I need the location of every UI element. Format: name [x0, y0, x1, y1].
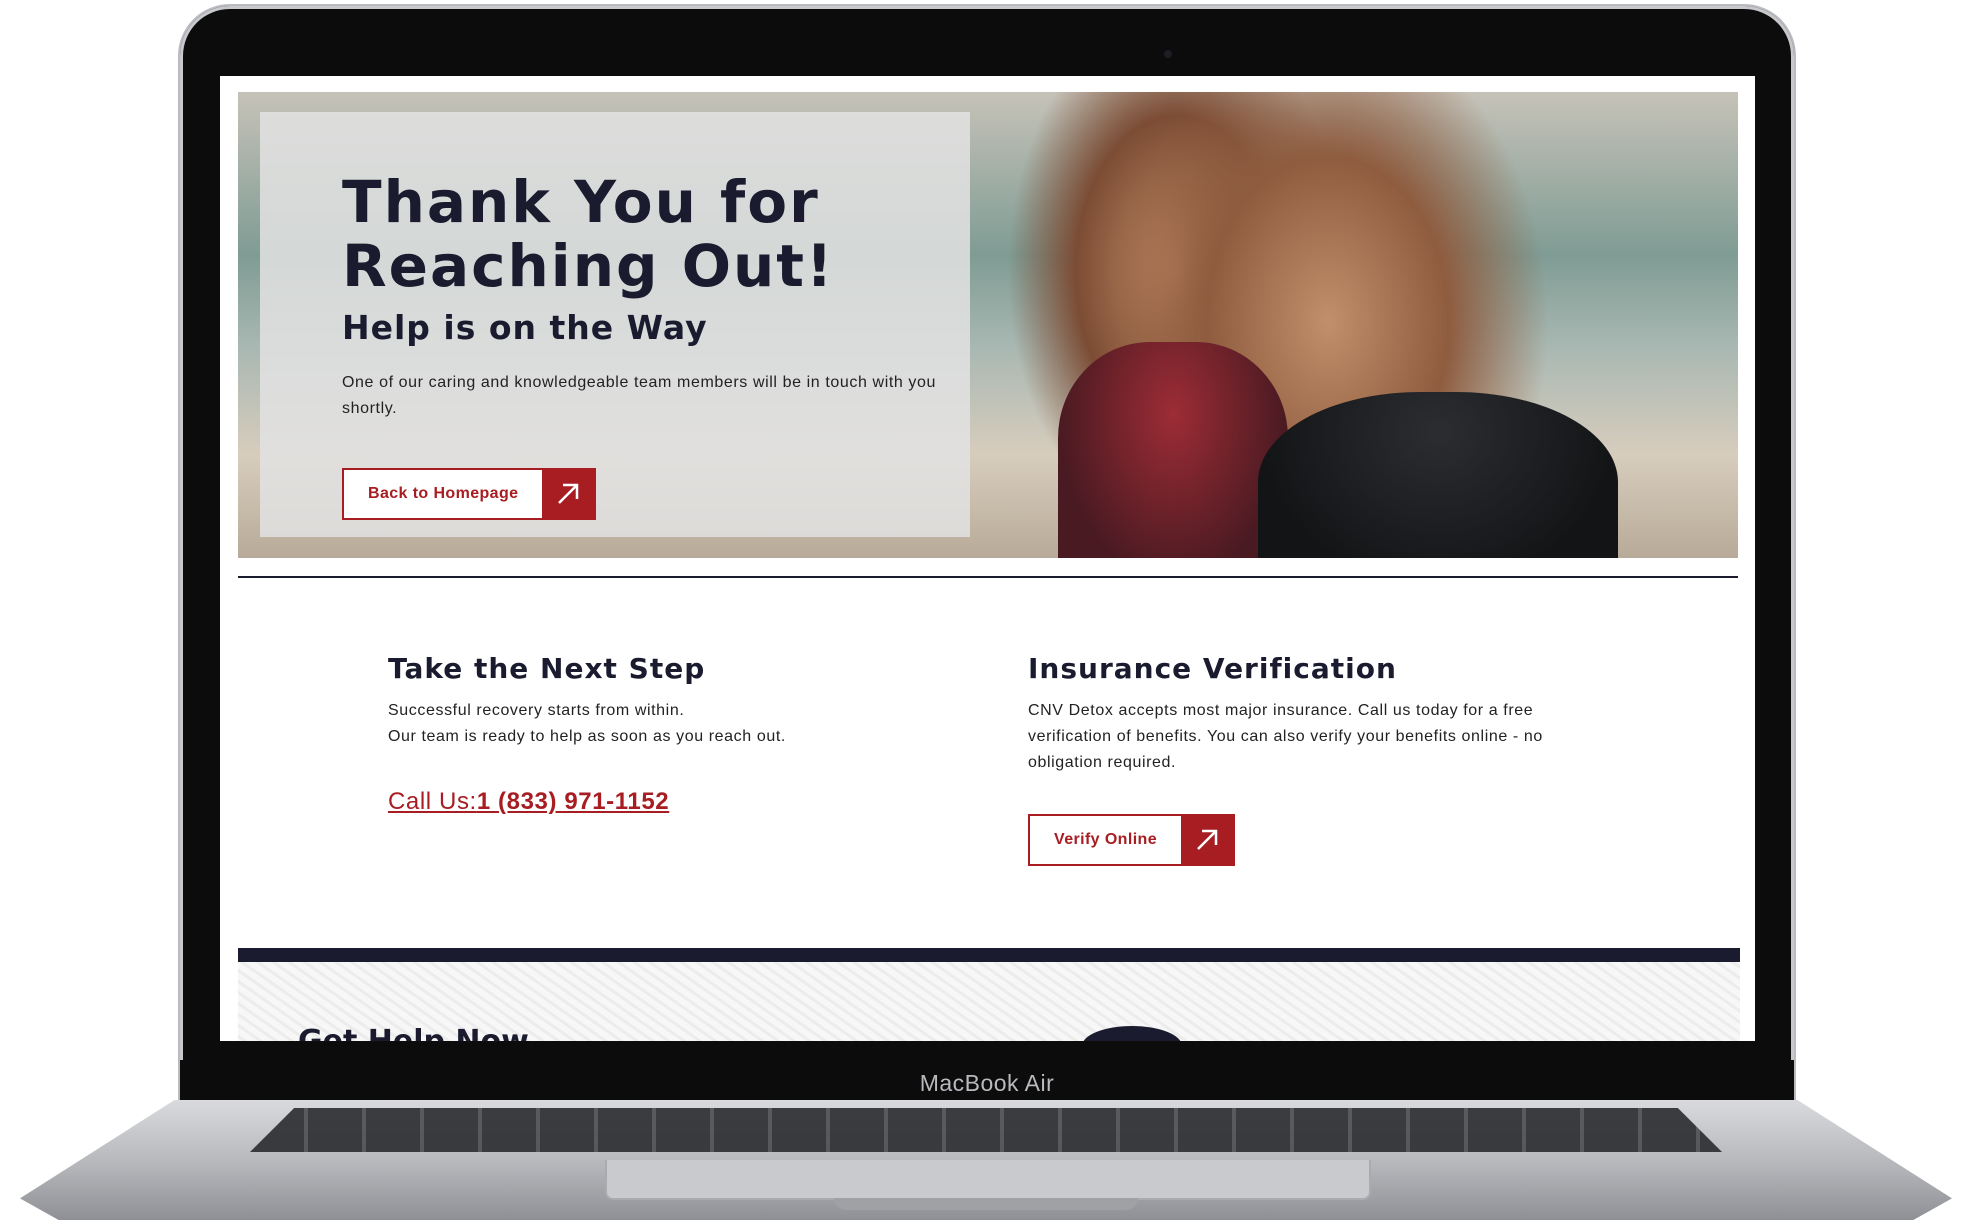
- next-step-title: Take the Next Step: [388, 652, 706, 685]
- section-divider: [238, 576, 1738, 578]
- call-prefix: Call Us:: [388, 788, 477, 815]
- arrow-up-right-icon: [1181, 816, 1234, 864]
- hero-overlay-panel: Thank You for Reaching Out! Help is on t…: [260, 112, 970, 537]
- hero-description: One of our caring and knowledgeable team…: [342, 374, 937, 417]
- verify-online-label: Verify Online: [1054, 831, 1158, 848]
- device-model-label: MacBook Air: [919, 1070, 1055, 1096]
- footer-band: [238, 948, 1740, 962]
- hero-photo-person: [1058, 342, 1288, 558]
- screen: Thank You for Reaching Out! Help is on t…: [220, 76, 1755, 1041]
- hero-subtitle: Help is on the Way: [342, 308, 708, 347]
- call-us-link[interactable]: Call Us:1 (833) 971-1152: [388, 788, 669, 816]
- lid-notch: [834, 1198, 1138, 1210]
- next-step-text: Successful recovery starts from within. …: [388, 698, 908, 750]
- next-step-line-2: Our team is ready to help as soon as you…: [388, 728, 786, 745]
- get-help-heading: Get Help Now: [298, 1024, 529, 1041]
- back-to-homepage-label: Back to Homepage: [368, 485, 519, 502]
- hero-title: Thank You for Reaching Out!: [342, 168, 835, 300]
- hero-banner: Thank You for Reaching Out! Help is on t…: [238, 92, 1738, 558]
- phone-number: 1 (833) 971-1152: [476, 788, 670, 815]
- arrow-up-right-icon: [542, 470, 595, 518]
- insurance-title: Insurance Verification: [1028, 652, 1397, 685]
- keyboard: [250, 1108, 1722, 1152]
- camera-dot: [1164, 50, 1172, 58]
- back-to-homepage-button[interactable]: Back to Homepage: [342, 468, 597, 520]
- hero-photo-person: [1258, 392, 1618, 558]
- verify-online-button[interactable]: Verify Online: [1028, 814, 1236, 866]
- next-step-line-1: Successful recovery starts from within.: [388, 702, 685, 719]
- insurance-text: CNV Detox accepts most major insurance. …: [1028, 702, 1543, 771]
- trackpad: [605, 1160, 1371, 1200]
